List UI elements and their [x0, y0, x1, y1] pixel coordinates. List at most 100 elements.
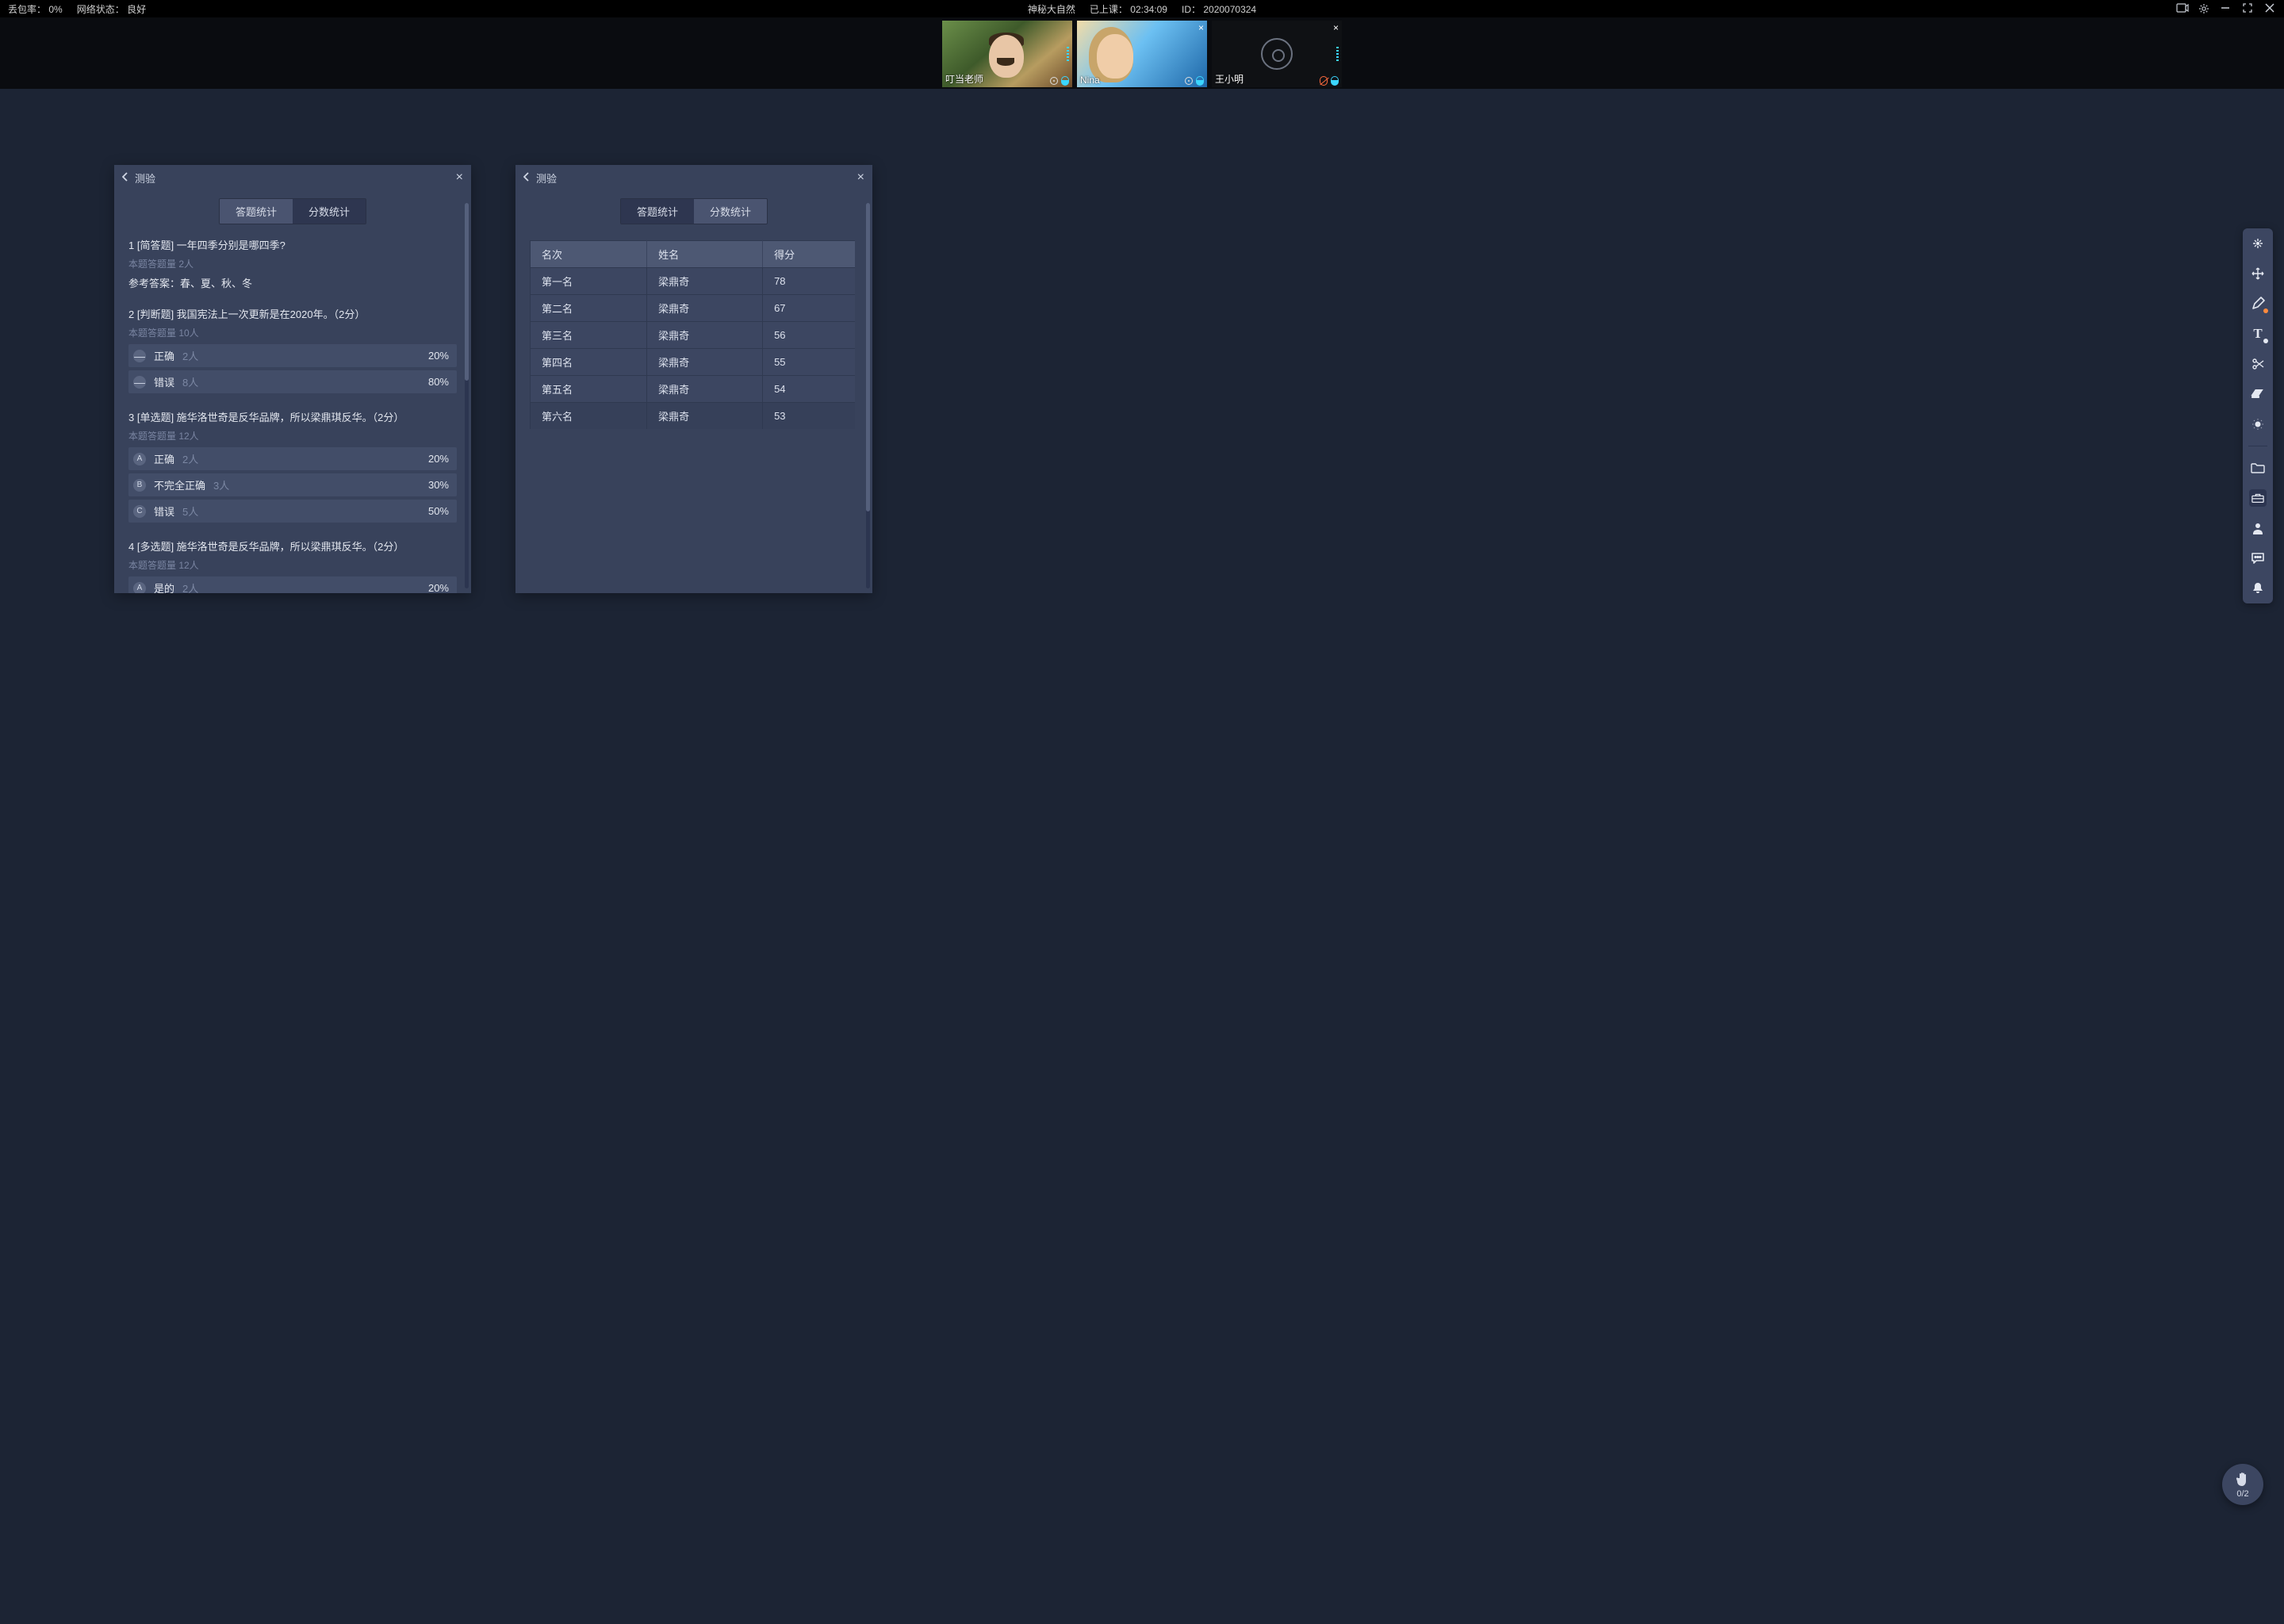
tab-score-stats[interactable]: 分数统计 — [293, 199, 366, 224]
video-teacher[interactable]: 叮当老师 — [942, 21, 1072, 87]
question-meta: 本题答题量 10人 — [128, 326, 457, 339]
participant-name: 王小明 — [1215, 72, 1244, 86]
option-percent: 20% — [428, 350, 449, 362]
camera-switch-icon[interactable] — [2176, 3, 2187, 14]
id-value: 2020070324 — [1203, 4, 1256, 15]
chat-icon[interactable] — [2249, 550, 2267, 567]
col-name: 姓名 — [647, 240, 763, 267]
toolbox-icon[interactable] — [2249, 489, 2267, 507]
network-value: 良好 — [127, 4, 146, 15]
right-toolbar: T — [2243, 228, 2273, 603]
cell-rank: 第三名 — [530, 321, 647, 348]
score-stats-body[interactable]: 名次 姓名 得分 第一名梁鼎奇78第二名梁鼎奇67第三名梁鼎奇56第四名梁鼎奇5… — [515, 237, 872, 593]
option-label: 正确 — [154, 451, 174, 466]
question-title: 3 [单选题] 施华洛世奇是反华品牌，所以梁鼎琪反华。（2分） — [128, 409, 457, 424]
question-block: 1 [简答题] 一年四季分别是哪四季? 本题答题量 2人参考答案：春、夏、秋、冬 — [128, 237, 457, 290]
pen-icon[interactable] — [2249, 295, 2267, 312]
mic-icon[interactable] — [1331, 76, 1339, 86]
class-title: 神秘大自然 — [1028, 2, 1075, 16]
question-block: 4 [多选题] 施华洛世奇是反华品牌，所以梁鼎琪反华。（2分）本题答题量 12人… — [128, 538, 457, 593]
mic-muted-icon[interactable] — [1320, 76, 1328, 86]
cell-rank: 第六名 — [530, 402, 647, 429]
move-icon[interactable] — [2249, 265, 2267, 282]
back-icon[interactable] — [122, 172, 128, 184]
bell-icon[interactable] — [2249, 580, 2267, 597]
table-row: 第一名梁鼎奇78 — [530, 267, 855, 294]
camera-off-icon — [1261, 38, 1293, 70]
panel-tabs: 答题统计 分数统计 — [114, 198, 471, 224]
back-icon[interactable] — [523, 172, 530, 184]
option-bullet: — — [133, 350, 146, 362]
brightness-icon[interactable] — [2249, 416, 2267, 433]
table-row: 第五名梁鼎奇54 — [530, 375, 855, 402]
question-title: 4 [多选题] 施华洛世奇是反华品牌，所以梁鼎琪反华。（2分） — [128, 538, 457, 553]
cell-points: 53 — [763, 402, 855, 429]
option-label: 正确 — [154, 348, 174, 363]
close-icon[interactable]: × — [456, 170, 463, 185]
cell-name: 梁鼎奇 — [647, 402, 763, 429]
tab-score-stats[interactable]: 分数统计 — [694, 199, 767, 224]
option-row: C错误5人50% — [128, 500, 457, 523]
minimize-icon[interactable] — [2221, 3, 2232, 14]
quiz-score-panel: 测验 × 答题统计 分数统计 名次 姓名 得分 第一名梁鼎奇78第二名梁鼎奇67… — [515, 165, 872, 593]
tab-answer-stats[interactable]: 答题统计 — [621, 199, 694, 224]
option-row: —错误8人80% — [128, 370, 457, 393]
answer-stats-body[interactable]: 1 [简答题] 一年四季分别是哪四季? 本题答题量 2人参考答案：春、夏、秋、冬 2… — [114, 237, 471, 593]
question-block: 3 [单选题] 施华洛世奇是反华品牌，所以梁鼎琪反华。（2分） 本题答题量 12人… — [128, 409, 457, 523]
option-percent: 50% — [428, 505, 449, 517]
close-icon[interactable]: × — [1198, 22, 1204, 33]
laser-pointer-icon[interactable] — [2249, 235, 2267, 252]
option-count: 2人 — [182, 348, 198, 363]
option-count: 8人 — [182, 374, 198, 389]
duration-value: 02:34:09 — [1130, 4, 1167, 15]
raise-hand-count: 0/2 — [2236, 1489, 2248, 1499]
option-row: A是的2人20% — [128, 576, 457, 593]
video-participant[interactable]: × 王小明 — [1212, 21, 1342, 87]
cell-rank: 第二名 — [530, 294, 647, 321]
raise-hand-button[interactable]: 0/2 — [2222, 1464, 2263, 1505]
table-row: 第三名梁鼎奇56 — [530, 321, 855, 348]
close-icon[interactable]: × — [857, 170, 864, 185]
question-meta: 本题答题量 2人 — [128, 257, 457, 270]
folder-icon[interactable] — [2249, 459, 2267, 477]
maximize-icon[interactable] — [2243, 3, 2254, 14]
col-rank: 名次 — [530, 240, 647, 267]
score-table: 名次 姓名 得分 第一名梁鼎奇78第二名梁鼎奇67第三名梁鼎奇56第四名梁鼎奇5… — [530, 240, 855, 429]
option-label: 错误 — [154, 504, 174, 519]
eraser-icon[interactable] — [2249, 385, 2267, 403]
text-tool-icon[interactable]: T — [2249, 325, 2267, 343]
scissors-icon[interactable] — [2249, 355, 2267, 373]
signal-icon — [1050, 77, 1058, 85]
cell-name: 梁鼎奇 — [647, 294, 763, 321]
participant-name: 叮当老师 — [945, 72, 983, 86]
question-reference: 参考答案：春、夏、秋、冬 — [128, 275, 457, 290]
close-window-icon[interactable] — [2265, 3, 2276, 14]
video-participant[interactable]: × Nina — [1077, 21, 1207, 87]
id-label: ID： — [1182, 4, 1201, 15]
option-label: 错误 — [154, 374, 174, 389]
tab-answer-stats[interactable]: 答题统计 — [220, 199, 293, 224]
option-bullet: A — [133, 582, 146, 594]
cell-rank: 第四名 — [530, 348, 647, 375]
cell-points: 78 — [763, 267, 855, 294]
option-count: 3人 — [213, 477, 229, 492]
settings-icon[interactable] — [2198, 3, 2209, 14]
close-icon[interactable]: × — [1333, 22, 1339, 33]
table-row: 第二名梁鼎奇67 — [530, 294, 855, 321]
question-meta: 本题答题量 12人 — [128, 429, 457, 442]
participant-name: Nina — [1080, 75, 1100, 86]
cell-points: 56 — [763, 321, 855, 348]
option-bullet: A — [133, 453, 146, 465]
question-title: 2 [判断题] 我国宪法上一次更新是在2020年。（2分） — [128, 306, 457, 321]
user-icon[interactable] — [2249, 519, 2267, 537]
mic-icon[interactable] — [1061, 76, 1069, 86]
option-percent: 20% — [428, 453, 449, 465]
packet-loss-value: 0% — [48, 4, 62, 15]
mic-icon[interactable] — [1196, 76, 1204, 86]
packet-loss: 丢包率： 0% — [8, 2, 63, 16]
cell-name: 梁鼎奇 — [647, 267, 763, 294]
col-points: 得分 — [763, 240, 855, 267]
option-label: 不完全正确 — [154, 477, 205, 492]
question-title: 1 [简答题] 一年四季分别是哪四季? — [128, 237, 457, 252]
option-percent: 80% — [428, 376, 449, 388]
